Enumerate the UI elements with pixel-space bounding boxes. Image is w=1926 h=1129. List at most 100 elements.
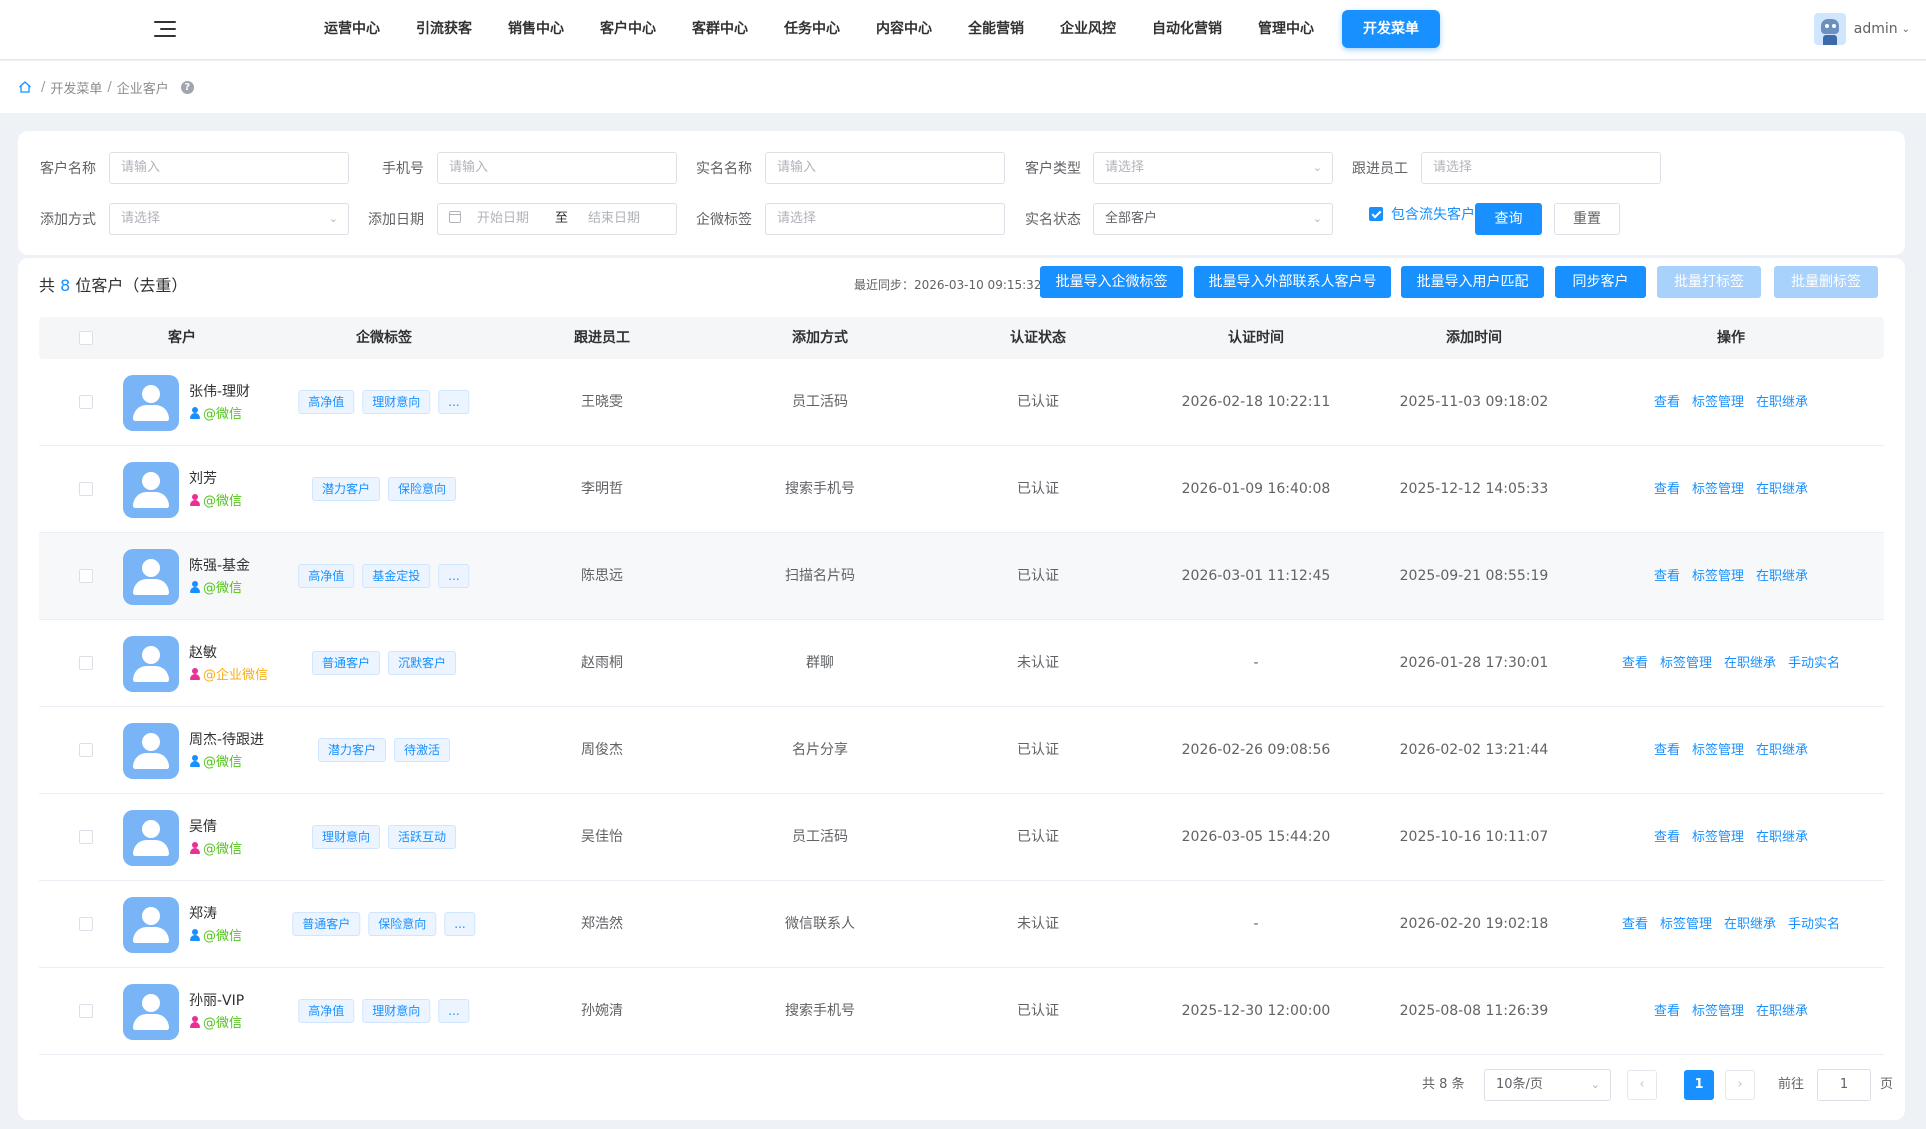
inherit-button[interactable]: 在职继承 xyxy=(1724,881,1776,968)
add-date-range-picker[interactable]: 开始日期 至 结束日期 xyxy=(437,203,677,235)
row-checkbox[interactable] xyxy=(79,917,93,931)
add-method-select[interactable]: 请选择 ⌄ xyxy=(109,203,349,235)
customer-name-input[interactable]: 请输入 xyxy=(109,152,349,184)
row-checkbox[interactable] xyxy=(79,569,93,583)
customer-name[interactable]: 孙丽-VIP xyxy=(189,990,244,1010)
manage-tags-button[interactable]: 标签管理 xyxy=(1692,707,1744,794)
menu-item-customer-group-center[interactable]: 客群中心 xyxy=(674,10,766,48)
customer-type-placeholder: 请选择 xyxy=(1105,160,1145,175)
table-row: 刘芳 @微信 潜力客户 保险意向 李明哲 搜索手机号 已认证 2026-01-09 16:40… xyxy=(39,446,1884,533)
follow-staff-cell: 王晓雯 xyxy=(581,394,623,410)
view-button[interactable]: 查看 xyxy=(1654,359,1680,446)
page-number-current[interactable]: 1 xyxy=(1684,1070,1714,1100)
inherit-button[interactable]: 在职继承 xyxy=(1756,359,1808,446)
manage-tags-button[interactable]: 标签管理 xyxy=(1660,881,1712,968)
row-checkbox[interactable] xyxy=(79,830,93,844)
phone-input[interactable]: 请输入 xyxy=(437,152,677,184)
menu-item-traffic-acquisition[interactable]: 引流获客 xyxy=(398,10,490,48)
row-checkbox[interactable] xyxy=(79,1004,93,1018)
import-external-contacts-button[interactable]: 批量导入外部联系人客户号 xyxy=(1194,266,1391,298)
user-menu[interactable]: admin ⌄ xyxy=(1813,12,1910,46)
inherit-button[interactable]: 在职继承 xyxy=(1756,707,1808,794)
menu-toggle-icon[interactable] xyxy=(154,19,178,39)
inherit-button[interactable]: 在职继承 xyxy=(1756,794,1808,881)
inherit-button[interactable]: 在职继承 xyxy=(1756,968,1808,1055)
include-lost-checkbox[interactable]: 包含流失客户 xyxy=(1369,204,1475,224)
row-checkbox[interactable] xyxy=(79,395,93,409)
more-tags-button[interactable]: ... xyxy=(438,390,470,414)
sync-customers-button[interactable]: 同步客户 xyxy=(1555,266,1646,298)
import-wecom-tags-button[interactable]: 批量导入企微标签 xyxy=(1040,266,1183,298)
prev-page-button[interactable]: ‹ xyxy=(1627,1070,1657,1100)
row-checkbox[interactable] xyxy=(79,482,93,496)
goto-page-input[interactable]: 1 xyxy=(1817,1069,1871,1101)
customer-name[interactable]: 陈强-基金 xyxy=(189,555,250,575)
add-method-cell: 群聊 xyxy=(806,655,834,671)
home-icon[interactable] xyxy=(18,80,32,94)
batch-tag-button[interactable]: 批量打标签 xyxy=(1657,266,1761,298)
view-button[interactable]: 查看 xyxy=(1654,968,1680,1055)
customer-name[interactable]: 周杰-待跟进 xyxy=(189,729,264,749)
follow-staff-select[interactable]: 请选择 xyxy=(1421,152,1661,184)
manage-tags-button[interactable]: 标签管理 xyxy=(1692,794,1744,881)
query-button[interactable]: 查询 xyxy=(1475,203,1542,235)
menu-item-admin-center[interactable]: 管理中心 xyxy=(1240,10,1332,48)
female-person-icon xyxy=(189,1015,201,1028)
real-status-select[interactable]: 全部客户 ⌄ xyxy=(1093,203,1333,235)
menu-item-auto-marketing[interactable]: 自动化营销 xyxy=(1134,10,1240,48)
row-actions: 查看 标签管理 在职继承 xyxy=(1648,968,1814,1055)
manage-tags-button[interactable]: 标签管理 xyxy=(1692,359,1744,446)
customer-type-select[interactable]: 请选择 ⌄ xyxy=(1093,152,1333,184)
next-page-button[interactable]: › xyxy=(1725,1070,1755,1100)
customer-source: @微信 xyxy=(189,751,242,770)
select-all-checkbox[interactable] xyxy=(79,331,93,345)
wecom-tag-select[interactable]: 请选择 xyxy=(765,203,1005,235)
add-method-cell: 搜索手机号 xyxy=(785,1003,855,1019)
real-name-input[interactable]: 请输入 xyxy=(765,152,1005,184)
menu-item-customer-center[interactable]: 客户中心 xyxy=(582,10,674,48)
auth-time-cell: - xyxy=(1253,655,1259,671)
more-tags-button[interactable]: ... xyxy=(438,564,470,588)
help-icon[interactable]: ? xyxy=(180,80,194,94)
breadcrumb-item-dev-menu[interactable]: 开发菜单 xyxy=(50,78,102,97)
view-button[interactable]: 查看 xyxy=(1654,794,1680,881)
inherit-button[interactable]: 在职继承 xyxy=(1724,620,1776,707)
inherit-button[interactable]: 在职继承 xyxy=(1756,446,1808,533)
manage-tags-button[interactable]: 标签管理 xyxy=(1692,446,1744,533)
view-button[interactable]: 查看 xyxy=(1654,446,1680,533)
menu-item-task-center[interactable]: 任务中心 xyxy=(766,10,858,48)
import-user-match-button[interactable]: 批量导入用户匹配 xyxy=(1401,266,1544,298)
more-tags-button[interactable]: ... xyxy=(438,999,470,1023)
batch-untag-button[interactable]: 批量删标签 xyxy=(1774,266,1878,298)
row-checkbox[interactable] xyxy=(79,656,93,670)
menu-item-dev-menu[interactable]: 开发菜单 xyxy=(1342,10,1440,48)
customer-source-label: @微信 xyxy=(203,1016,243,1031)
customer-name[interactable]: 张伟-理财 xyxy=(189,381,250,401)
manual-verify-button[interactable]: 手动实名 xyxy=(1788,620,1840,707)
menu-item-risk-control[interactable]: 企业风控 xyxy=(1042,10,1134,48)
view-button[interactable]: 查看 xyxy=(1622,620,1648,707)
column-follow-staff: 跟进员工 xyxy=(574,330,630,346)
customer-name[interactable]: 郑涛 xyxy=(189,903,217,923)
view-button[interactable]: 查看 xyxy=(1654,533,1680,620)
view-button[interactable]: 查看 xyxy=(1654,707,1680,794)
menu-item-content-center[interactable]: 内容中心 xyxy=(858,10,950,48)
menu-item-omni-marketing[interactable]: 全能营销 xyxy=(950,10,1042,48)
manual-verify-button[interactable]: 手动实名 xyxy=(1788,881,1840,968)
manage-tags-button[interactable]: 标签管理 xyxy=(1692,533,1744,620)
customer-name[interactable]: 吴倩 xyxy=(189,816,217,836)
reset-button[interactable]: 重置 xyxy=(1554,203,1620,235)
page-label: 页 xyxy=(1880,1077,1894,1092)
customer-name[interactable]: 赵敏 xyxy=(189,642,217,662)
menu-item-ops-center[interactable]: 运营中心 xyxy=(306,10,398,48)
row-checkbox[interactable] xyxy=(79,743,93,757)
manage-tags-button[interactable]: 标签管理 xyxy=(1692,968,1744,1055)
view-button[interactable]: 查看 xyxy=(1622,881,1648,968)
page-size-select[interactable]: 10条/页 ⌄ xyxy=(1484,1069,1611,1101)
menu-item-sales-center[interactable]: 销售中心 xyxy=(490,10,582,48)
inherit-button[interactable]: 在职继承 xyxy=(1756,533,1808,620)
manage-tags-button[interactable]: 标签管理 xyxy=(1660,620,1712,707)
customer-name[interactable]: 刘芳 xyxy=(189,468,217,488)
customer-source-label: @微信 xyxy=(203,494,243,509)
more-tags-button[interactable]: ... xyxy=(444,912,476,936)
